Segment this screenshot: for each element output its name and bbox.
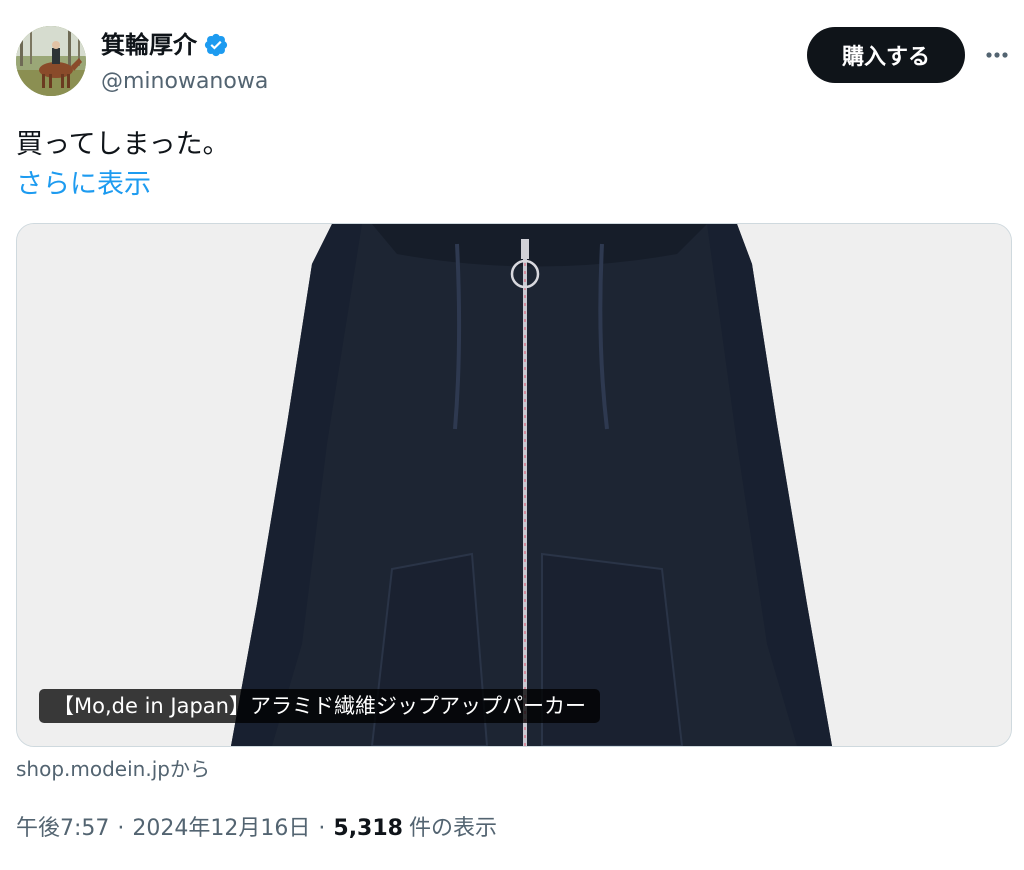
user-handle[interactable]: @minowanowa xyxy=(101,66,268,98)
verified-badge-icon xyxy=(203,32,229,58)
tweet-text: 買ってしまった。 xyxy=(16,129,230,160)
display-name[interactable]: 箕輪厚介 xyxy=(101,28,197,62)
card-image xyxy=(17,224,1011,746)
author-name-row[interactable]: 箕輪厚介 xyxy=(101,28,229,62)
views-label[interactable]: 件の表示 xyxy=(409,812,497,846)
meta-separator: · xyxy=(117,816,125,841)
card-source[interactable]: shop.modein.jpから xyxy=(16,754,210,784)
views-count[interactable]: 5,318 xyxy=(333,812,403,846)
tweet-date[interactable]: 2024年12月16日 xyxy=(132,812,310,846)
show-more-link[interactable]: さらに表示 xyxy=(16,166,151,204)
more-options-button[interactable] xyxy=(978,36,1016,74)
more-dots-icon xyxy=(986,52,1008,58)
avatar[interactable] xyxy=(16,26,86,96)
avatar-image xyxy=(16,26,86,96)
tweet-time[interactable]: 午後7:57 xyxy=(16,812,109,846)
link-card[interactable]: 【Mo,de in Japan】アラミド繊維ジップアップパーカー xyxy=(16,223,1012,747)
tweet-meta: 午後7:57 · 2024年12月16日 · 5,318 件の表示 xyxy=(16,812,497,846)
meta-separator: · xyxy=(318,816,326,841)
buy-button[interactable]: 購入する xyxy=(807,27,965,83)
card-caption: 【Mo,de in Japan】アラミド繊維ジップアップパーカー xyxy=(39,689,600,723)
